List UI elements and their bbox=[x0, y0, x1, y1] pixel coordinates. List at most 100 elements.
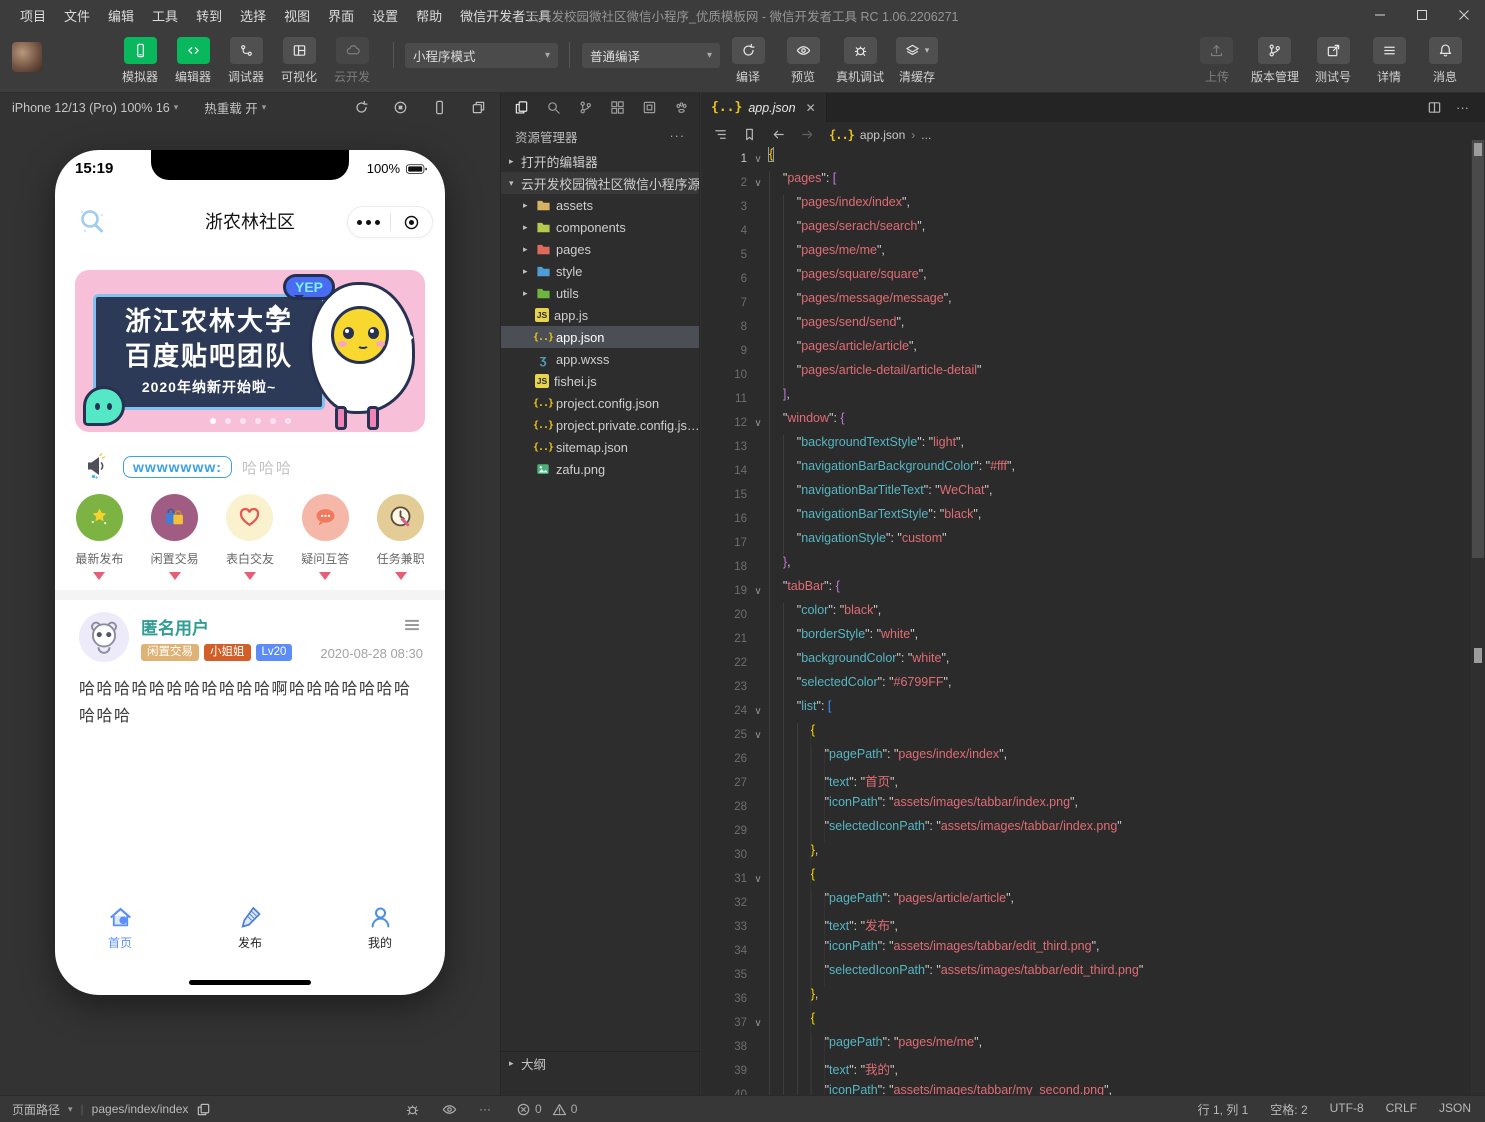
code-line[interactable]: 12 ∨ "window": { bbox=[701, 411, 1471, 435]
device-select[interactable]: iPhone 12/13 (Pro) 100% 16 bbox=[12, 101, 170, 115]
toolbar-button-layers[interactable]: ▾ 清缓存 bbox=[895, 37, 939, 85]
scrollbar-thumb[interactable] bbox=[1472, 140, 1484, 558]
menu-item[interactable]: 选择 bbox=[232, 3, 274, 28]
avatar[interactable] bbox=[79, 612, 129, 662]
menu-item[interactable]: 项目 bbox=[12, 3, 54, 28]
split-editor-icon[interactable] bbox=[1427, 100, 1442, 115]
fold-icon[interactable]: ∨ bbox=[747, 730, 769, 741]
toolbar-button-external[interactable]: 测试号 bbox=[1311, 37, 1355, 85]
restart-icon[interactable] bbox=[354, 100, 369, 115]
detach-window-icon[interactable] bbox=[471, 100, 486, 115]
toolbar-button-branch[interactable]: 版本管理 bbox=[1251, 37, 1299, 85]
code-line[interactable]: 20 "color": "black", bbox=[701, 603, 1471, 627]
fold-icon[interactable]: ∨ bbox=[747, 154, 769, 165]
code-line[interactable]: 8 "pages/send/send", bbox=[701, 315, 1471, 339]
problems-indicator[interactable]: 0 0 bbox=[516, 1102, 577, 1117]
carousel-dot[interactable] bbox=[255, 418, 261, 424]
breadcrumb-more[interactable]: ... bbox=[921, 128, 931, 142]
code-line[interactable]: 27 "text": "首页", bbox=[701, 771, 1471, 795]
tree-item-pages[interactable]: ▸pages bbox=[501, 238, 699, 260]
breadcrumb-file[interactable]: app.json bbox=[860, 128, 905, 142]
code-line[interactable]: 40 "iconPath": "assets/images/tabbar/my_… bbox=[701, 1083, 1471, 1095]
code-line[interactable]: 24 ∨ "list": [ bbox=[701, 699, 1471, 723]
fold-icon[interactable]: ∨ bbox=[747, 1018, 769, 1029]
code-line[interactable]: 11 ], bbox=[701, 387, 1471, 411]
menu-item[interactable]: 编辑 bbox=[100, 3, 142, 28]
code-line[interactable]: 3 "pages/index/index", bbox=[701, 195, 1471, 219]
toolbar-button-refresh[interactable]: 编译 bbox=[726, 37, 770, 85]
menu-item[interactable]: 工具 bbox=[144, 3, 186, 28]
code-line[interactable]: 10 "pages/article-detail/article-detail" bbox=[701, 363, 1471, 387]
tree-item-style[interactable]: ▸style bbox=[501, 260, 699, 282]
carousel-dot[interactable] bbox=[210, 418, 216, 424]
code-line[interactable]: 19 ∨ "tabBar": { bbox=[701, 579, 1471, 603]
fold-icon[interactable]: ∨ bbox=[747, 874, 769, 885]
code-line[interactable]: 14 "navigationBarBackgroundColor": "#fff… bbox=[701, 459, 1471, 483]
code-line[interactable]: 9 "pages/article/article", bbox=[701, 339, 1471, 363]
tab-person[interactable]: 我的 bbox=[340, 904, 420, 951]
grid-item-star[interactable]: 最新发布 bbox=[68, 494, 130, 586]
toolbar-button-phone[interactable]: 模拟器 bbox=[118, 37, 162, 85]
tree-item-app.js[interactable]: JSapp.js bbox=[501, 304, 699, 326]
tree-item-app.json[interactable]: {..}app.json bbox=[501, 326, 699, 348]
code-line[interactable]: 22 "backgroundColor": "white", bbox=[701, 651, 1471, 675]
post-username[interactable]: 匿名用户 bbox=[141, 614, 209, 639]
project-root-item[interactable]: ▾云开发校园微社区微信小程序源码 bbox=[501, 172, 699, 194]
toolbar-button-layout[interactable]: 可视化 bbox=[277, 37, 321, 85]
editor-scrollbar[interactable] bbox=[1471, 140, 1485, 1095]
code-line[interactable]: 7 "pages/message/message", bbox=[701, 291, 1471, 315]
code-line[interactable]: 30 }, bbox=[701, 843, 1471, 867]
status-item[interactable]: 行 1, 列 1 bbox=[1198, 1101, 1249, 1118]
debug-status-icon[interactable] bbox=[405, 1102, 420, 1117]
notice-bar[interactable]: wwwwwww: 哈哈哈 bbox=[55, 448, 445, 486]
tree-item-fishei.js[interactable]: JSfishei.js bbox=[501, 370, 699, 392]
paw-icon[interactable] bbox=[674, 100, 689, 115]
carousel-dot[interactable] bbox=[270, 418, 276, 424]
fold-icon[interactable]: ∨ bbox=[747, 178, 769, 189]
code-line[interactable]: 33 "text": "发布", bbox=[701, 915, 1471, 939]
grid-icon[interactable] bbox=[610, 100, 625, 115]
menu-item[interactable]: 转到 bbox=[188, 3, 230, 28]
more-menu-button[interactable] bbox=[348, 220, 390, 225]
fold-icon[interactable]: ∨ bbox=[747, 418, 769, 429]
minimize-capsule-button[interactable] bbox=[391, 214, 433, 231]
tree-item-project.config.json[interactable]: {..}project.config.json bbox=[501, 392, 699, 414]
compile-select[interactable]: 普通编译▾ bbox=[582, 43, 720, 68]
code-line[interactable]: 34 "iconPath": "assets/images/tabbar/edi… bbox=[701, 939, 1471, 963]
tab-pencil[interactable]: 发布 bbox=[210, 904, 290, 951]
grid-item-bags[interactable]: 闲置交易 bbox=[144, 494, 206, 586]
status-item[interactable]: CRLF bbox=[1386, 1101, 1417, 1118]
copy-path-icon[interactable] bbox=[196, 1102, 211, 1117]
tree-item-app.wxss[interactable]: ʒapp.wxss bbox=[501, 348, 699, 370]
code-line[interactable]: 5 "pages/me/me", bbox=[701, 243, 1471, 267]
code-line[interactable]: 23 "selectedColor": "#6799FF", bbox=[701, 675, 1471, 699]
code-line[interactable]: 2 ∨ "pages": [ bbox=[701, 171, 1471, 195]
code-line[interactable]: 38 "pagePath": "pages/me/me", bbox=[701, 1035, 1471, 1059]
code-line[interactable]: 29 "selectedIconPath": "assets/images/ta… bbox=[701, 819, 1471, 843]
banner-carousel[interactable]: 浙江农林大学 百度贴吧团队 2020年纳新开始啦~ YEP bbox=[75, 270, 425, 432]
toolbar-button-flow[interactable]: 调试器 bbox=[224, 37, 268, 85]
tree-item-utils[interactable]: ▸utils bbox=[501, 282, 699, 304]
branch-icon[interactable] bbox=[578, 100, 593, 115]
tree-item-sitemap.json[interactable]: {..}sitemap.json bbox=[501, 436, 699, 458]
code-line[interactable]: 28 "iconPath": "assets/images/tabbar/ind… bbox=[701, 795, 1471, 819]
outline-section[interactable]: ▸ 大纲 bbox=[501, 1051, 699, 1075]
post-menu-icon[interactable] bbox=[401, 614, 423, 639]
code-line[interactable]: 6 "pages/square/square", bbox=[701, 267, 1471, 291]
code-line[interactable]: 18 }, bbox=[701, 555, 1471, 579]
device-frame-icon[interactable] bbox=[432, 100, 447, 115]
editor-more-icon[interactable]: ··· bbox=[1456, 100, 1469, 115]
close-button[interactable] bbox=[1443, 0, 1485, 30]
carousel-dot[interactable] bbox=[240, 418, 246, 424]
status-item[interactable]: UTF-8 bbox=[1330, 1101, 1364, 1118]
bookmark-icon[interactable] bbox=[742, 127, 757, 142]
explorer-more-button[interactable]: ··· bbox=[670, 129, 686, 143]
code-line[interactable]: 32 "pagePath": "pages/article/article", bbox=[701, 891, 1471, 915]
status-more-icon[interactable]: ··· bbox=[479, 1102, 491, 1117]
menu-item[interactable]: 帮助 bbox=[408, 3, 450, 28]
grid-item-heart[interactable]: 表白交友 bbox=[219, 494, 281, 586]
menu-item[interactable]: 文件 bbox=[56, 3, 98, 28]
toolbar-button-bug[interactable]: 真机调试 bbox=[836, 37, 884, 85]
code-line[interactable]: 25 ∨ { bbox=[701, 723, 1471, 747]
code-line[interactable]: 15 "navigationBarTitleText": "WeChat", bbox=[701, 483, 1471, 507]
